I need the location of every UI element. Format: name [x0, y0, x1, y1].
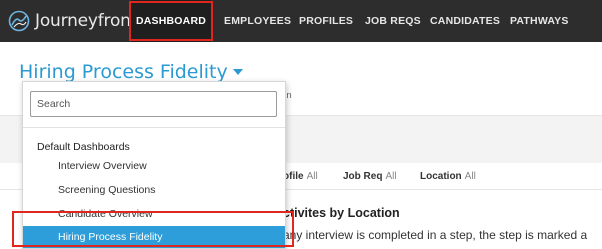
section-title: ctivites by Location	[283, 206, 400, 220]
caret-down-icon	[232, 69, 243, 75]
filter-value: All	[306, 171, 318, 182]
top-navigation-bar: Journeyfront DASHBOARD EMPLOYEES PROFILE…	[0, 0, 602, 42]
nav-item-candidates[interactable]: CANDIDATES	[430, 0, 500, 42]
journeyfront-logo-icon	[8, 10, 30, 32]
divider	[23, 127, 285, 128]
nav-item-pathways[interactable]: PATHWAYS	[510, 0, 569, 42]
dropdown-item-screening-questions[interactable]: Screening Questions	[23, 179, 285, 201]
filter-label: ofile	[283, 171, 304, 182]
group-label: Default Dashboards	[37, 141, 130, 153]
highlight-box-dashboard	[129, 1, 213, 41]
page-title: Hiring Process Fidelity	[19, 61, 228, 83]
filter-location[interactable]: Location All	[420, 171, 476, 182]
brand-logo[interactable]: Journeyfront	[8, 9, 137, 33]
section-description: any interview is completed in a step, th…	[283, 228, 588, 242]
filter-profile[interactable]: ofile All	[283, 171, 318, 182]
filter-job-req[interactable]: Job Req All	[343, 171, 397, 182]
nav-item-profiles[interactable]: PROFILES	[299, 0, 353, 42]
filter-label: Location	[420, 171, 462, 182]
nav-item-employees[interactable]: EMPLOYEES	[224, 0, 291, 42]
search-input[interactable]	[30, 91, 277, 117]
nav-item-job-reqs[interactable]: JOB REQS	[365, 0, 421, 42]
filter-value: All	[385, 171, 397, 182]
highlight-box-selected-item	[12, 211, 294, 247]
filter-label: Job Req	[343, 171, 383, 182]
dropdown-item-interview-overview[interactable]: Interview Overview	[23, 155, 285, 177]
brand-name: Journeyfront	[35, 11, 138, 31]
filter-value: All	[464, 171, 476, 182]
